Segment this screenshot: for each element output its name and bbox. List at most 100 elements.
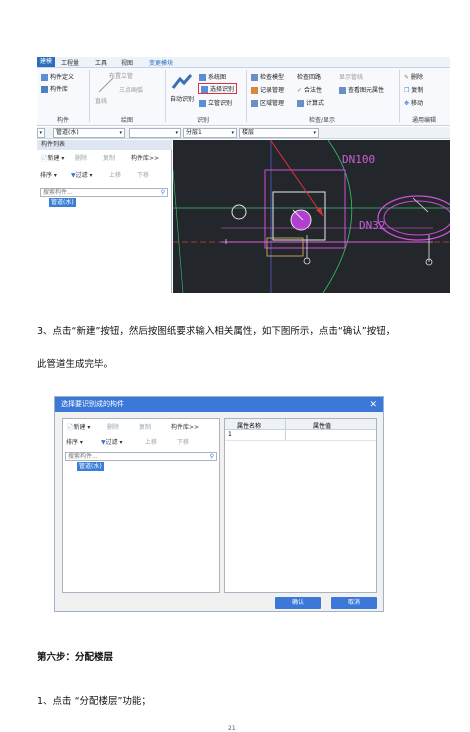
- record-manage-button[interactable]: 记录管理: [251, 85, 284, 94]
- line-button[interactable]: 直线: [95, 96, 107, 105]
- component-define-button[interactable]: 构件定义: [41, 72, 74, 81]
- chart-icon: [199, 74, 206, 81]
- validity-button[interactable]: ✓ 合法性: [297, 85, 322, 94]
- tab-view[interactable]: 视图: [121, 58, 133, 67]
- move-button[interactable]: ✥ 移动: [404, 98, 423, 107]
- tab-modeling[interactable]: 建模: [37, 57, 56, 67]
- cad-canvas[interactable]: I DN100 DN32: [172, 134, 450, 293]
- software-screenshot: 建模 工程量 工具 视图 变更模块 构件定义 构件库 布置立管 直线 三点画弧 …: [37, 57, 450, 293]
- library-icon: [41, 86, 48, 93]
- checkmark-icon: ✓: [297, 87, 303, 94]
- grid-icon: [41, 74, 48, 81]
- copy-button[interactable]: 复制: [139, 422, 151, 433]
- close-icon[interactable]: ✕: [369, 398, 377, 413]
- column-header-name: 属性名称: [237, 423, 262, 430]
- step-line: 1、点击 “分配楼层”功能；: [37, 696, 151, 707]
- search-input[interactable]: 搜索构件... ⚲: [40, 188, 168, 197]
- tab-quantity[interactable]: 工程量: [61, 58, 79, 67]
- show-pipes-button[interactable]: 显示管线: [339, 72, 363, 81]
- step-heading: 第六步：分配楼层: [37, 652, 114, 663]
- move-down-button[interactable]: 下移: [177, 437, 189, 448]
- blank-select[interactable]: ▾: [129, 128, 181, 138]
- copy-button[interactable]: ❐ 复制: [404, 85, 423, 94]
- layer-select[interactable]: 分层1 ▾: [183, 128, 237, 138]
- ribbon: 构件定义 构件库 布置立管 直线 三点画弧 自动识别 系统图 选择识别 立管识别…: [37, 68, 450, 126]
- component-list-panel: 构件列表 📄新建 ▾ 删除 复制 构件库>> 排序 ▾ ▼过滤 ▾ 上移 下移 …: [37, 140, 172, 293]
- svg-text:I: I: [225, 238, 227, 246]
- chevron-down-icon: ▾: [119, 130, 122, 136]
- move-up-button[interactable]: 上移: [109, 170, 121, 181]
- paragraph-line-1: 3、点击“新建”按钮，然后按图纸要求输入相关属性，如下图所示，点击“确认”按钮，: [37, 326, 396, 337]
- floor-select[interactable]: 楼层 ▾: [239, 128, 319, 138]
- panel-title: 构件列表: [37, 140, 172, 150]
- copy-icon: ❐: [404, 87, 410, 94]
- paragraph-line-2: 此管道生成完毕。: [37, 359, 114, 370]
- system-diagram-button[interactable]: 系统图: [199, 72, 226, 81]
- confirm-button[interactable]: 确认: [275, 597, 321, 609]
- search-icon: ⚲: [160, 189, 165, 196]
- check-icon: [251, 74, 258, 81]
- cad-drawing: I: [172, 134, 450, 293]
- tab-change[interactable]: 变更模块: [149, 58, 173, 67]
- select-icon: [201, 86, 208, 93]
- dialog-titlebar: 选择要识别成的构件 ✕: [55, 397, 383, 412]
- dropdown-partial[interactable]: ▾: [37, 128, 45, 138]
- region-manage-button[interactable]: 区域管理: [251, 98, 284, 107]
- component-type-select[interactable]: 管道(水) ▾: [53, 128, 125, 138]
- row-divider: [225, 440, 376, 441]
- filter-button[interactable]: ▼过滤 ▾: [101, 437, 123, 448]
- tab-tools[interactable]: 工具: [95, 58, 107, 67]
- tree-item-selected[interactable]: 管道(水): [49, 198, 76, 207]
- library-button[interactable]: 构件库>>: [171, 422, 199, 433]
- divider: [246, 70, 247, 122]
- filter-button[interactable]: ▼过滤 ▾: [71, 170, 93, 181]
- check-model-button[interactable]: 检查模型: [251, 72, 284, 81]
- sort-button[interactable]: 排序 ▾: [66, 437, 83, 448]
- formula-icon: [297, 100, 304, 107]
- divider: [399, 70, 400, 122]
- ribbon-tabs: 建模 工程量 工具 视图 变更模块: [37, 57, 450, 68]
- formula-button[interactable]: 计算式: [297, 98, 324, 107]
- group-label-component: 构件: [57, 117, 70, 124]
- dialog-title: 选择要识别成的构件: [61, 400, 124, 408]
- table-header: 属性名称 属性值: [225, 419, 376, 441]
- delete-button[interactable]: 删除: [107, 422, 119, 433]
- search-input[interactable]: 搜索构件... ⚲: [65, 452, 217, 461]
- chevron-down-icon: ▾: [39, 130, 42, 136]
- move-up-button[interactable]: 上移: [145, 437, 157, 448]
- cancel-button[interactable]: 取消: [331, 597, 377, 609]
- row-number: 1: [228, 431, 232, 438]
- sort-button[interactable]: 排序 ▾: [40, 170, 57, 181]
- group-label-edit: 通用编辑: [412, 117, 437, 124]
- tree-item-selected[interactable]: 管道(水): [77, 462, 104, 471]
- library-button[interactable]: 构件库>>: [131, 153, 159, 164]
- chevron-down-icon: ▾: [231, 130, 234, 136]
- properties-pane: 属性名称 属性值 1: [224, 418, 377, 593]
- riser-recognize-button[interactable]: 立管识别: [199, 98, 232, 107]
- record-icon: [251, 87, 258, 94]
- properties-icon: [339, 87, 346, 94]
- move-down-button[interactable]: 下移: [137, 170, 149, 181]
- delete-button[interactable]: ✎ 删除: [404, 72, 423, 81]
- region-icon: [251, 100, 258, 107]
- group-label-draw: 绘图: [121, 117, 134, 124]
- three-point-arc-button[interactable]: 三点画弧: [119, 85, 143, 94]
- new-button[interactable]: 📄新建 ▾: [40, 153, 64, 164]
- auto-recognize-button[interactable]: 自动识别: [170, 94, 194, 103]
- new-button[interactable]: 📄新建 ▾: [66, 422, 90, 433]
- delete-button[interactable]: 删除: [75, 153, 87, 164]
- line-icon[interactable]: [97, 76, 115, 94]
- chevron-down-icon: ▾: [175, 130, 178, 136]
- check-loop-button[interactable]: 检查回路: [297, 72, 321, 81]
- group-label-recognize: 识别: [197, 117, 210, 124]
- divider: [165, 70, 166, 122]
- selector-row: ▾ 管道(水) ▾ ▾ 分层1 ▾ 楼层 ▾: [37, 127, 450, 139]
- copy-button[interactable]: 复制: [103, 153, 115, 164]
- divider: [285, 419, 286, 441]
- select-recognize-button[interactable]: 选择识别: [198, 83, 238, 94]
- component-library-button[interactable]: 构件库: [41, 84, 68, 93]
- view-properties-button[interactable]: 查看图元属性: [339, 85, 384, 94]
- dn100-label: DN100: [342, 153, 376, 166]
- eraser-icon: ✎: [404, 74, 410, 81]
- column-header-value: 属性值: [313, 423, 332, 430]
